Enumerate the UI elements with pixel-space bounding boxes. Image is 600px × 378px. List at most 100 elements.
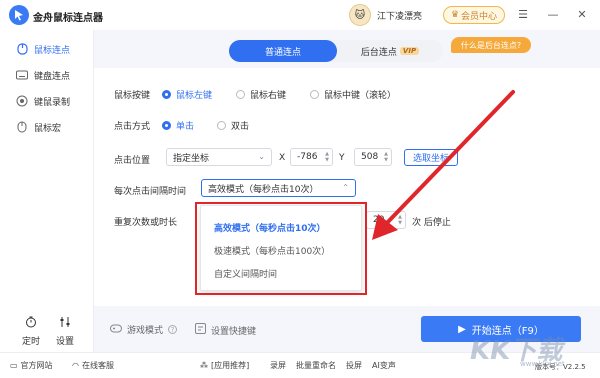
recommend-link-record[interactable]: 录屏 <box>270 360 286 371</box>
chevron-down-icon: ⌄ <box>258 152 265 161</box>
sidebar-item-mouse-click[interactable]: 鼠标连点 <box>0 38 94 60</box>
mouse-macro-icon <box>16 121 28 133</box>
x-coordinate-input[interactable]: -786 ▲ ▼ <box>290 148 333 166</box>
monitor-icon: ▭ <box>10 361 18 370</box>
help-icon[interactable]: ? <box>168 325 178 334</box>
mouse-button-label: 鼠标按键 <box>114 91 151 101</box>
close-icon[interactable]: ✕ <box>574 6 590 22</box>
play-icon: ▶ <box>458 323 466 335</box>
interval-select[interactable]: 高效模式（每秒点击10次） ⌃ <box>201 179 356 197</box>
footer-label: 官方网站 <box>20 361 53 370</box>
radio-middle-button[interactable]: 鼠标中键（滚轮） <box>310 88 396 101</box>
position-label: 点击位置 <box>114 156 151 166</box>
member-center-label: 会员中心 <box>461 11 498 22</box>
radio-dot <box>162 90 171 99</box>
sidebar-item-mouse-macro[interactable]: 鼠标宏 <box>0 116 94 138</box>
app-recommend: ⁂ [应用推荐] <box>200 360 249 371</box>
shortcut-label: 设置快捷键 <box>211 326 257 337</box>
mouse-click-icon <box>16 43 28 55</box>
minimize-icon[interactable]: — <box>545 6 561 22</box>
spinner-icon[interactable]: ▲ ▼ <box>398 214 402 226</box>
radio-label: 单击 <box>176 122 195 132</box>
recommend-link-rename[interactable]: 批量重命名 <box>296 360 336 371</box>
timer-label: 定时 <box>21 337 40 347</box>
input-value: -786 <box>297 152 318 162</box>
radio-left-button[interactable]: 鼠标左键 <box>162 88 212 101</box>
sidebar-item-keyboard-click[interactable]: 键盘连点 <box>0 64 94 86</box>
y-label: Y <box>339 153 345 163</box>
app-logo-icon <box>9 5 29 25</box>
shortcut-icon <box>195 323 206 337</box>
radio-label: 双击 <box>231 122 250 132</box>
input-value: 20 <box>373 215 385 225</box>
settings-label: 设置 <box>55 337 74 347</box>
radio-label: 鼠标中键（滚轮） <box>324 91 397 101</box>
tab-background-click[interactable]: 后台连点 VIP <box>337 40 443 62</box>
gamepad-icon <box>110 324 122 336</box>
timer-icon <box>25 316 37 331</box>
game-mode-toggle[interactable]: 游戏模式 ? <box>110 323 178 336</box>
tab-label: 后台连点 <box>360 47 397 58</box>
x-label: X <box>279 153 286 163</box>
sidebar-item-label: 键鼠录制 <box>34 97 71 108</box>
headset-icon: ◠ <box>72 361 79 370</box>
pick-coordinate-button[interactable]: 选取坐标 <box>404 149 458 166</box>
app-title: 金舟鼠标连点器 <box>33 13 103 24</box>
footer-label: [应用推荐] <box>211 361 250 370</box>
sidebar-item-label: 鼠标宏 <box>34 123 62 134</box>
input-value: 508 <box>361 152 379 162</box>
game-mode-label: 游戏模式 <box>127 326 164 336</box>
repeat-count-input[interactable]: 20 ▲ ▼ <box>366 211 406 229</box>
user-avatar[interactable]: 🐱 <box>349 4 371 26</box>
interval-dropdown: 高效模式（每秒点击10次） 极速模式（每秒点击100次） 自定义间隔时间 <box>200 205 362 291</box>
click-mode-label: 点击方式 <box>114 122 151 132</box>
radio-dot <box>217 121 226 130</box>
sidebar-item-record[interactable]: 键鼠录制 <box>0 90 94 112</box>
settings-button[interactable]: 设置 <box>50 316 80 347</box>
interval-label: 每次点击间隔时间 <box>114 187 187 197</box>
sidebar: 鼠标连点 键盘连点 键鼠录制 鼠标宏 定时 设置 <box>0 30 94 352</box>
select-value: 指定坐标 <box>173 153 210 164</box>
sidebar-item-label: 键盘连点 <box>34 71 71 82</box>
select-value: 高效模式（每秒点击10次） <box>208 184 319 195</box>
radio-dot <box>162 121 171 130</box>
repeat-suffix: 次 后停止 <box>412 218 451 228</box>
y-coordinate-input[interactable]: 508 ▲ ▼ <box>354 148 392 166</box>
title-bar: 金舟鼠标连点器 🐱 江下凌漂亮 ♛ 会员中心 ☰ — ✕ <box>0 0 600 30</box>
sidebar-item-label: 鼠标连点 <box>34 45 71 56</box>
settings-icon <box>59 316 71 331</box>
keyboard-icon <box>16 69 28 81</box>
radio-single-click[interactable]: 单击 <box>162 119 194 132</box>
background-click-hint[interactable]: 什么是后台连点? <box>451 37 531 53</box>
menu-icon[interactable]: ☰ <box>515 6 531 22</box>
member-center-button[interactable]: ♛ 会员中心 <box>443 6 505 24</box>
timer-button[interactable]: 定时 <box>16 316 46 347</box>
official-website-link[interactable]: ▭ 官方网站 <box>10 360 53 371</box>
tab-normal-click[interactable]: 普通连点 <box>229 40 337 62</box>
recommend-link-voice[interactable]: AI变声 <box>372 360 396 371</box>
watermark-url: www.kkx.net <box>520 360 565 368</box>
recommend-link-cast[interactable]: 投屏 <box>346 360 362 371</box>
online-support-link[interactable]: ◠ 在线客服 <box>72 360 114 371</box>
spinner-icon[interactable]: ▲ ▼ <box>384 151 388 163</box>
dropdown-option-extreme[interactable]: 极速模式（每秒点击100次） <box>214 244 330 257</box>
repeat-label: 重复次数或时长 <box>114 218 178 228</box>
position-select[interactable]: 指定坐标 ⌄ <box>166 148 272 166</box>
dropdown-option-custom[interactable]: 自定义间隔时间 <box>214 267 277 280</box>
radio-right-button[interactable]: 鼠标右键 <box>236 88 286 101</box>
share-icon: ⁂ <box>200 361 208 370</box>
username[interactable]: 江下凌漂亮 <box>377 9 422 22</box>
radio-double-click[interactable]: 双击 <box>217 119 249 132</box>
vip-badge: VIP <box>399 47 420 55</box>
shortcut-settings-button[interactable]: 设置快捷键 <box>195 323 256 337</box>
radio-label: 鼠标左键 <box>176 91 213 101</box>
chevron-up-icon: ⌃ <box>342 183 349 192</box>
footer-label: 在线客服 <box>81 361 114 370</box>
mode-tabs: 普通连点 后台连点 VIP <box>229 40 443 62</box>
dropdown-option-efficient[interactable]: 高效模式（每秒点击10次） <box>214 221 326 234</box>
radio-dot <box>236 90 245 99</box>
radio-dot <box>310 90 319 99</box>
record-icon <box>16 95 28 107</box>
spinner-icon[interactable]: ▲ ▼ <box>325 151 329 163</box>
radio-label: 鼠标右键 <box>250 91 287 101</box>
